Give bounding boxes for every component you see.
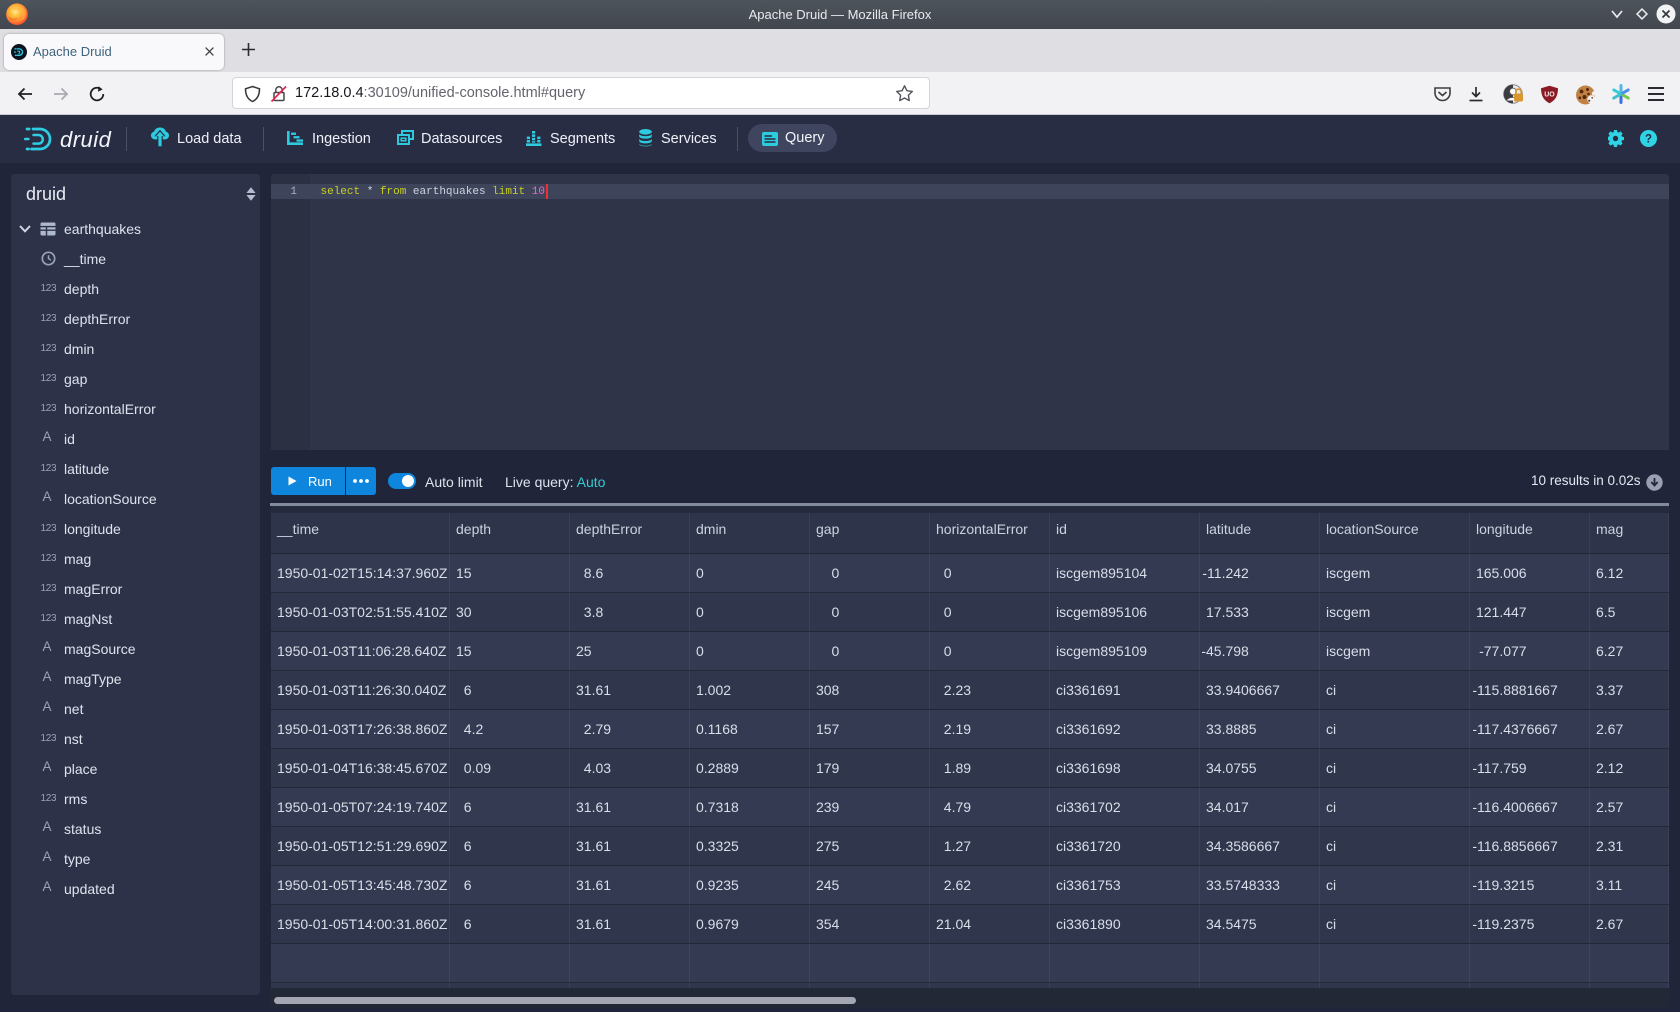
svg-text:?: ? bbox=[1645, 134, 1652, 146]
svg-text:UO: UO bbox=[1544, 92, 1555, 99]
